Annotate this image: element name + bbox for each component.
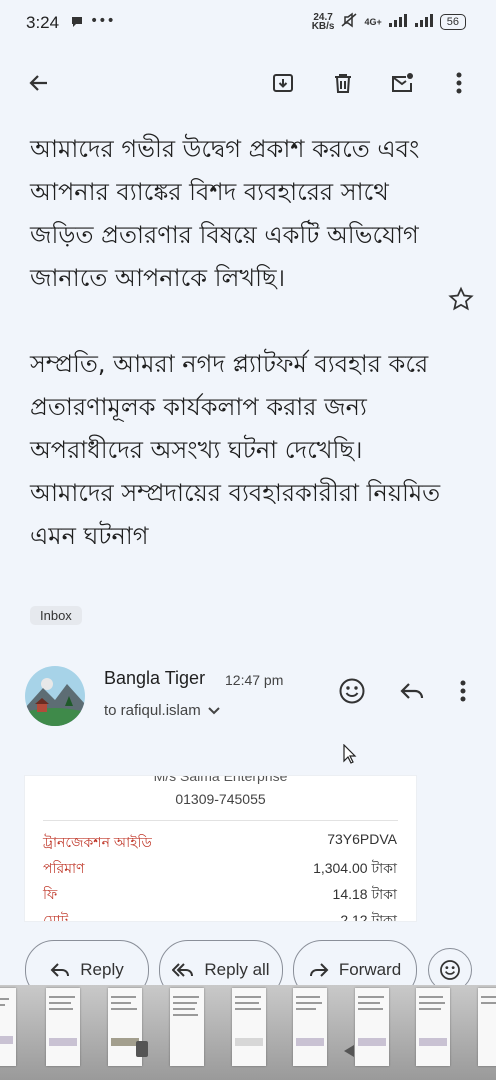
mark-unread-button[interactable] [387, 68, 417, 98]
receipt-row-value: 1,304.00 টাকা [313, 860, 397, 876]
message-toolbar [0, 48, 496, 120]
message-body: আমাদের গভীর উদ্বেগ প্রকাশ করতে এবং আপনার… [30, 128, 450, 558]
message-more-button[interactable] [460, 680, 466, 706]
add-reaction-button[interactable] [338, 677, 366, 709]
thumbnail[interactable] [0, 988, 16, 1066]
message-paragraph-2: সম্প্রতি, আমরা নগদ প্ল্যাটফর্ম ব্যবহার ক… [30, 350, 441, 550]
recents-nav-icon[interactable] [136, 1041, 148, 1057]
reply-icon-button[interactable] [399, 680, 425, 706]
receipt-divider [43, 820, 398, 821]
receipt-row: ট্রানজেকশন আইডি 73Y6PDVA [43, 831, 397, 855]
receipt-row-value: 14.18 টাকা [332, 886, 397, 902]
star-button[interactable] [448, 286, 474, 316]
back-nav-icon[interactable] [342, 1043, 356, 1062]
thumbnail[interactable] [293, 988, 327, 1066]
status-time: 3:24 [26, 13, 60, 32]
more-vert-icon [456, 72, 462, 94]
reply-icon [400, 683, 424, 699]
receipt-row-value: 73Y6PDVA [327, 831, 397, 847]
label-chip-inbox[interactable]: Inbox [30, 606, 82, 625]
reply-all-label: Reply all [204, 960, 270, 979]
recipient-text: to rafiqul.islam [104, 702, 201, 719]
emoji-icon [339, 678, 365, 704]
status-indicators: 24.7 KB/s 4G+ 56 [312, 12, 466, 31]
sender-name[interactable]: Bangla Tiger [104, 668, 205, 689]
mute-icon [340, 12, 358, 31]
mail-unread-icon [392, 73, 413, 92]
back-button[interactable] [24, 68, 54, 98]
avatar[interactable] [25, 666, 85, 726]
signal-icon-2 [414, 13, 434, 30]
net-speed: 24.7 KB/s [311, 11, 335, 32]
receipt-image[interactable]: M/s Salma Enterprise 01309-745055 ট্রানজ… [25, 776, 416, 921]
receipt-row: ফি 14.18 টাকা [43, 883, 397, 907]
star-icon [448, 286, 474, 311]
network-type: 4G+ [364, 16, 382, 27]
status-bar: 3:24 ••• 24.7 KB/s 4G+ 56 [0, 0, 496, 48]
chat-notification-icon [70, 14, 84, 33]
receipt-row-value: 2.12 টাকা [340, 912, 397, 921]
more-options-button[interactable] [444, 68, 474, 98]
delete-button[interactable] [328, 68, 358, 98]
receipt-row: পরিমাণ 1,304.00 টাকা [43, 857, 397, 881]
thumbnail[interactable] [355, 988, 389, 1066]
forward-icon [309, 963, 329, 977]
archive-button[interactable] [268, 68, 298, 98]
emoji-icon [440, 960, 460, 980]
reply-all-icon [172, 963, 194, 977]
mouse-cursor-icon [343, 743, 357, 768]
signal-icon [388, 13, 408, 30]
sender-time: 12:47 pm [225, 672, 284, 688]
reply-label: Reply [80, 960, 124, 979]
forward-label: Forward [338, 960, 402, 979]
receipt-row-label: ফি [43, 886, 58, 902]
trash-icon [335, 74, 351, 93]
thumbnail[interactable] [478, 988, 496, 1066]
receipt-row-label: পরিমাণ [43, 860, 85, 876]
archive-icon [273, 74, 293, 92]
receipt-row-label: মোট [43, 912, 69, 921]
screenshot-thumbnail-strip [0, 985, 496, 1080]
battery-indicator: 56 [439, 13, 466, 30]
receipt-merchant: M/s Salma Enterprise [153, 776, 288, 784]
receipt-row: মোট 2.12 টাকা [43, 909, 397, 921]
reply-icon [50, 963, 70, 977]
thumbnail[interactable] [170, 988, 204, 1066]
recipient-details-toggle[interactable]: to rafiqul.islam [104, 702, 221, 719]
chevron-down-icon [207, 706, 220, 714]
more-vert-icon [460, 680, 466, 702]
arrow-left-icon [29, 75, 47, 91]
receipt-phone: 01309-745055 [175, 791, 266, 807]
more-notifications-icon: ••• [90, 13, 115, 29]
thumbnail[interactable] [46, 988, 80, 1066]
thumbnail[interactable] [232, 988, 266, 1066]
message-paragraph-1: আমাদের গভীর উদ্বেগ প্রকাশ করতে এবং আপনার… [30, 135, 420, 292]
thumbnail[interactable] [416, 988, 450, 1066]
receipt-row-label: ট্রানজেকশন আইডি [43, 834, 152, 850]
